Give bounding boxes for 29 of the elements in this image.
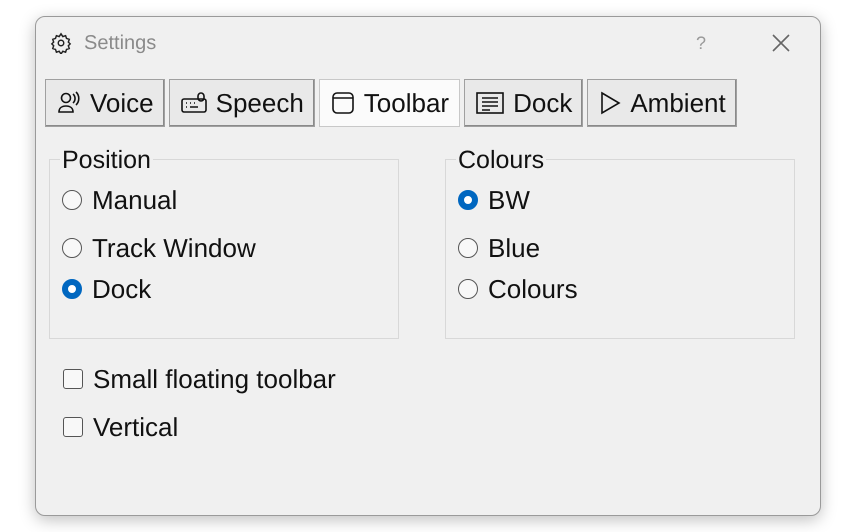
checkbox[interactable] — [63, 369, 83, 389]
settings-icon — [50, 32, 72, 54]
document-icon — [475, 91, 506, 115]
radio-label: Track Window — [92, 232, 256, 265]
close-icon[interactable] — [772, 34, 790, 52]
radio-label: Blue — [488, 232, 540, 265]
tab[interactable]: Toolbar — [318, 79, 460, 127]
checkbox[interactable] — [63, 417, 83, 437]
radio-label: Dock — [92, 273, 152, 306]
radio-button[interactable] — [62, 279, 82, 299]
checkbox-label: Vertical — [93, 411, 178, 444]
radio-button[interactable] — [62, 190, 82, 210]
window-title: Settings — [84, 31, 156, 56]
checkbox-label: Small floating toolbar — [93, 363, 336, 396]
radio-button[interactable] — [458, 279, 478, 299]
tab[interactable]: Ambient — [587, 79, 737, 127]
tab[interactable]: Speech — [168, 79, 315, 127]
radio-button[interactable] — [458, 190, 478, 210]
tab[interactable]: Dock — [464, 79, 584, 127]
radio-label: BW — [488, 184, 530, 217]
radio-label: Colours — [488, 273, 578, 306]
keyboard-icon — [180, 91, 208, 115]
radio-button[interactable] — [458, 238, 478, 258]
radio-label: Manual — [92, 184, 178, 217]
radio-button[interactable] — [62, 238, 82, 258]
window-icon — [330, 90, 356, 116]
speaker-icon — [56, 90, 82, 116]
play-icon — [598, 90, 622, 116]
tab[interactable]: Voice — [45, 79, 165, 127]
